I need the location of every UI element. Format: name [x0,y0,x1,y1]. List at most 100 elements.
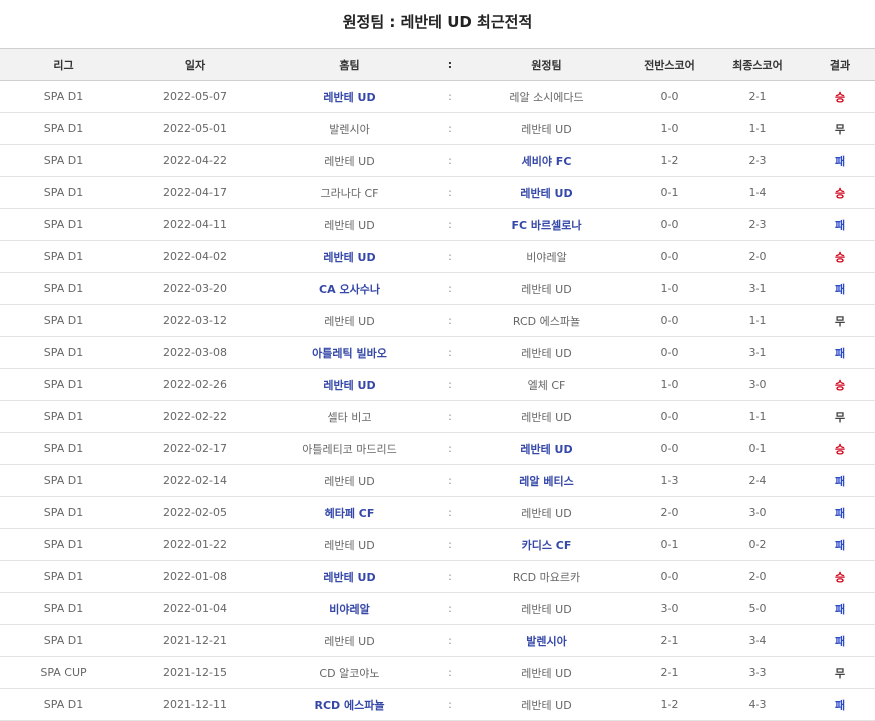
separator-cell: : [448,122,452,135]
result-cell: 승 [834,250,846,264]
table-row: SPA D1 2022-01-08 레반테 UD: RCD 마요르카 0-0 2-0 승 [0,561,875,593]
result-cell: 패 [834,698,846,712]
separator-cell: : [448,474,452,487]
half-score-cell: 1-2 [660,698,679,711]
header-separator: : [447,58,453,71]
header-home-team: 홈팀 [339,58,360,72]
home-team-cell: 셀타 비고 [327,410,372,424]
half-score-cell: 2-0 [660,506,679,519]
away-team-cell: RCD 마요르카 [512,570,581,584]
result-cell: 무 [834,666,846,680]
league-cell: SPA D1 [43,282,84,295]
home-team-cell: 레반테 UD [324,538,375,552]
league-cell: SPA D1 [43,154,84,167]
home-team-cell: CA 오사수나 [319,282,380,296]
table-row: SPA D1 2022-02-14 레반테 UD: 레알 베티스 1-3 2-4 패 [0,465,875,497]
date-cell: 2022-04-17 [163,186,227,199]
home-team-cell: 레반테 UD [323,570,376,584]
final-score-cell: 2-0 [748,570,767,583]
away-team-cell: 발렌시아 [526,634,567,648]
home-team-cell: 레반테 UD [323,90,376,104]
table-row: SPA D1 2022-02-22 셀타 비고: 레반테 UD 0-0 1-1 무 [0,401,875,433]
away-team-cell: 레반테 UD [521,282,572,296]
date-cell: 2022-01-04 [163,602,227,615]
separator-cell: : [448,282,452,295]
half-score-cell: 0-0 [660,90,679,103]
half-score-cell: 0-0 [660,250,679,263]
half-score-cell: 0-1 [660,538,679,551]
home-team-cell: 헤타페 CF [324,506,375,520]
date-cell: 2021-12-21 [163,634,227,647]
result-cell: 승 [834,378,846,392]
table-row: SPA CUP 2021-12-15 CD 알코야노: 레반테 UD 2-1 3-3 무 [0,657,875,689]
league-cell: SPA D1 [43,538,84,551]
home-team-cell: 그라나다 CF [320,186,379,200]
half-score-cell: 0-0 [660,410,679,423]
date-cell: 2022-02-14 [163,474,227,487]
final-score-cell: 3-0 [748,506,767,519]
result-cell: 패 [834,346,846,360]
league-cell: SPA D1 [43,186,84,199]
final-score-cell: 2-4 [748,474,767,487]
half-score-cell: 1-0 [660,282,679,295]
half-score-cell: 1-3 [660,474,679,487]
half-score-cell: 0-0 [660,314,679,327]
result-cell: 패 [834,154,846,168]
half-score-cell: 0-0 [660,218,679,231]
date-cell: 2022-02-22 [163,410,227,423]
home-team-cell: 비야레알 [329,602,370,616]
table-row: SPA D1 2022-05-07 레반테 UD: 레알 소시에다드 0-0 2-1 승 [0,81,875,113]
separator-cell: : [448,442,452,455]
away-team-cell: 레반테 UD [521,666,572,680]
result-cell: 승 [834,570,846,584]
result-cell: 패 [834,282,846,296]
home-team-cell: 레반테 UD [324,474,375,488]
home-team-cell: 아틀레틱 빌바오 [312,346,387,360]
date-cell: 2022-02-17 [163,442,227,455]
home-team-cell: 레반테 UD [323,250,376,264]
header-away-team: 원정팀 [531,58,562,72]
league-cell: SPA D1 [43,698,84,711]
date-cell: 2022-03-12 [163,314,227,327]
home-team-cell: 발렌시아 [329,122,370,136]
league-cell: SPA D1 [43,570,84,583]
home-team-cell: 레반테 UD [324,154,375,168]
table-row: SPA D1 2022-02-26 레반테 UD: 엘체 CF 1-0 3-0 승 [0,369,875,401]
final-score-cell: 5-0 [748,602,767,615]
table-row: SPA D1 2022-04-22 레반테 UD: 세비야 FC 1-2 2-3 패 [0,145,875,177]
final-score-cell: 3-4 [748,634,767,647]
date-cell: 2021-12-11 [163,698,227,711]
separator-cell: : [448,698,452,711]
final-score-cell: 0-1 [748,442,767,455]
away-team-cell: 카디스 CF [521,538,572,552]
separator-cell: : [448,186,452,199]
separator-cell: : [448,346,452,359]
header-final-score: 최종스코어 [732,58,783,72]
date-cell: 2022-04-02 [163,250,227,263]
table-row: SPA D1 2022-05-01 발렌시아: 레반테 UD 1-0 1-1 무 [0,113,875,145]
league-cell: SPA D1 [43,410,84,423]
home-team-cell: CD 알코야노 [319,666,380,680]
league-cell: SPA D1 [43,602,84,615]
table-row: SPA D1 2022-04-11 레반테 UD: FC 바르셀로나 0-0 2-3 패 [0,209,875,241]
table-row: SPA D1 2022-03-08 아틀레틱 빌바오: 레반테 UD 0-0 3-1 패 [0,337,875,369]
table-row: SPA D1 2022-02-17 아틀레티코 마드리드: 레반테 UD 0-0 0-1 승 [0,433,875,465]
table-row: SPA D1 2022-03-20 CA 오사수나: 레반테 UD 1-0 3-1 패 [0,273,875,305]
final-score-cell: 2-0 [748,250,767,263]
separator-cell: : [448,410,452,423]
away-team-cell: 레반테 UD [521,506,572,520]
final-score-cell: 0-2 [748,538,767,551]
header-half-score: 전반스코어 [644,58,695,72]
separator-cell: : [448,154,452,167]
date-cell: 2021-12-15 [163,666,227,679]
home-team-cell: RCD 에스파뇰 [314,698,385,712]
date-cell: 2022-02-26 [163,378,227,391]
away-team-cell: 레알 소시에다드 [509,90,584,104]
result-cell: 패 [834,218,846,232]
result-cell: 무 [834,410,846,424]
date-cell: 2022-01-22 [163,538,227,551]
table-row: SPA D1 2021-12-21 레반테 UD: 발렌시아 2-1 3-4 패 [0,625,875,657]
results-table: 리그 일자 홈팀 : 원정팀 전반스코어 최종스코어 결과 SPA D1 2022… [0,48,875,721]
away-team-cell: 비야레알 [526,250,567,264]
away-team-cell: 레반테 UD [521,698,572,712]
